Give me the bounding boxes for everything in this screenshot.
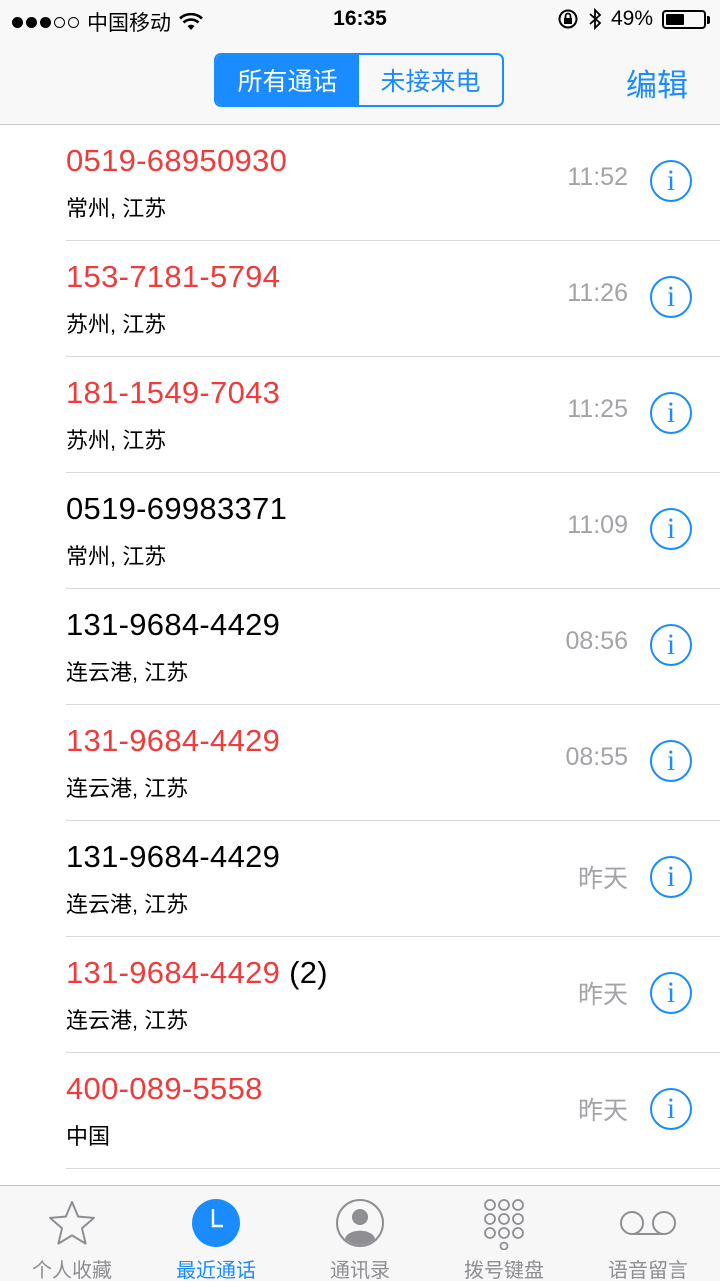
info-icon[interactable]: i — [650, 856, 692, 898]
phone-number: 131-9684-4429 — [66, 839, 281, 874]
tab-contacts[interactable]: 通讯录 — [288, 1186, 432, 1282]
call-count: (2) — [289, 955, 328, 990]
info-icon[interactable]: i — [650, 740, 692, 782]
caller-number: 400-089-5558 — [66, 1071, 263, 1107]
bluetooth-icon — [589, 7, 602, 31]
info-icon[interactable]: i — [650, 392, 692, 434]
phone-number: 400-089-5558 — [66, 1071, 263, 1106]
call-row[interactable]: 0519-69983371 常州, 江苏 11:09 i — [66, 473, 720, 589]
phone-number: 153-7181-5794 — [66, 259, 281, 294]
phone-number: 0519-69983371 — [66, 491, 288, 526]
call-row[interactable]: 131-9684-4429 连云港, 江苏 昨天 i — [66, 821, 720, 937]
call-time: 11:52 — [567, 163, 628, 191]
call-time: 昨天 — [577, 981, 628, 1009]
caller-location: 连云港, 江苏 — [66, 892, 189, 917]
tab-label: 最近通话 — [176, 1260, 256, 1282]
caller-location: 苏州, 江苏 — [66, 312, 167, 337]
caller-number: 0519-68950930 — [66, 143, 287, 179]
call-row[interactable]: 131-9684-4429 连云港, 江苏 08:55 i — [66, 705, 720, 821]
call-row[interactable]: 181-1549-7043 苏州, 江苏 11:25 i — [66, 357, 720, 473]
call-row[interactable]: 131-9684-4429 连云港, 江苏 08:56 i — [66, 589, 720, 705]
tab-voicemail[interactable]: 语音留言 — [576, 1186, 720, 1282]
caller-number: 153-7181-5794 — [66, 259, 280, 295]
battery-icon — [662, 9, 710, 29]
caller-location: 中国 — [66, 1124, 111, 1149]
star-icon — [49, 1201, 95, 1245]
phone-number: 131-9684-4429 — [66, 955, 281, 990]
phone-number: 131-9684-4429 — [66, 607, 281, 642]
orientation-lock-icon — [558, 9, 578, 29]
tab-label: 通讯录 — [330, 1260, 390, 1282]
info-icon[interactable]: i — [650, 624, 692, 666]
call-row[interactable]: 153-7181-5794 苏州, 江苏 11:26 i — [66, 241, 720, 357]
phone-number: 181-1549-7043 — [66, 375, 281, 410]
tab-label: 拨号键盘 — [464, 1260, 544, 1282]
info-icon[interactable]: i — [650, 972, 692, 1014]
segment-missed-calls[interactable]: 未接来电 — [359, 55, 502, 105]
call-time: 11:09 — [567, 511, 628, 539]
caller-number: 181-1549-7043 — [66, 375, 280, 411]
info-icon[interactable]: i — [650, 1088, 692, 1130]
phone-number: 131-9684-4429 — [66, 723, 281, 758]
recent-calls-list: 0519-68950930 常州, 江苏 11:52 i 153-7181-5794 苏州… — [0, 125, 720, 1169]
caller-location: 常州, 江苏 — [66, 544, 167, 569]
info-icon[interactable]: i — [650, 508, 692, 550]
call-filter-segmented-control: 所有通话 未接来电 — [214, 53, 504, 107]
info-icon[interactable]: i — [650, 160, 692, 202]
tab-keypad[interactable]: 拨号键盘 — [432, 1186, 576, 1282]
caller-number: 131-9684-4429 — [66, 723, 280, 759]
keypad-icon — [484, 1199, 524, 1250]
call-time: 08:56 — [565, 627, 628, 655]
call-row[interactable]: 400-089-5558 中国 昨天 i — [66, 1053, 720, 1169]
caller-location: 连云港, 江苏 — [66, 660, 189, 685]
caller-number: 0519-69983371 — [66, 491, 287, 527]
call-time: 11:25 — [567, 395, 628, 423]
call-row[interactable]: 0519-68950930 常州, 江苏 11:52 i — [66, 125, 720, 241]
contact-icon — [336, 1199, 384, 1247]
call-time: 11:26 — [567, 279, 628, 307]
call-time: 昨天 — [577, 865, 628, 893]
voicemail-icon — [620, 1211, 676, 1235]
status-bar: 中国移动 16:35 49% — [0, 0, 720, 40]
top-bar: 中国移动 16:35 49% 所有通话 未接来电 编辑 — [0, 0, 720, 125]
caller-number: 131-9684-4429 — [66, 607, 280, 643]
tab-label: 个人收藏 — [32, 1260, 112, 1282]
caller-location: 常州, 江苏 — [66, 196, 167, 221]
battery-percent: 49% — [610, 7, 653, 30]
segment-all-calls[interactable]: 所有通话 — [216, 55, 359, 105]
call-row[interactable]: 131-9684-4429 (2) 连云港, 江苏 昨天 i — [66, 937, 720, 1053]
tab-bar: 个人收藏 最近通话 通讯录 拨号键盘 语音留言 — [0, 1185, 720, 1282]
caller-location: 连云港, 江苏 — [66, 776, 189, 801]
clock-icon — [192, 1199, 240, 1247]
caller-number: 131-9684-4429 — [66, 839, 280, 875]
tab-recents[interactable]: 最近通话 — [144, 1186, 288, 1282]
tab-favorites[interactable]: 个人收藏 — [0, 1186, 144, 1282]
caller-location: 连云港, 江苏 — [66, 1008, 189, 1033]
caller-location: 苏州, 江苏 — [66, 428, 167, 453]
edit-button[interactable]: 编辑 — [626, 60, 688, 105]
phone-number: 0519-68950930 — [66, 143, 288, 178]
caller-number: 131-9684-4429 (2) — [66, 955, 328, 991]
tab-label: 语音留言 — [608, 1260, 688, 1282]
info-icon[interactable]: i — [650, 276, 692, 318]
call-time: 08:55 — [565, 743, 628, 771]
call-time: 昨天 — [577, 1097, 628, 1125]
